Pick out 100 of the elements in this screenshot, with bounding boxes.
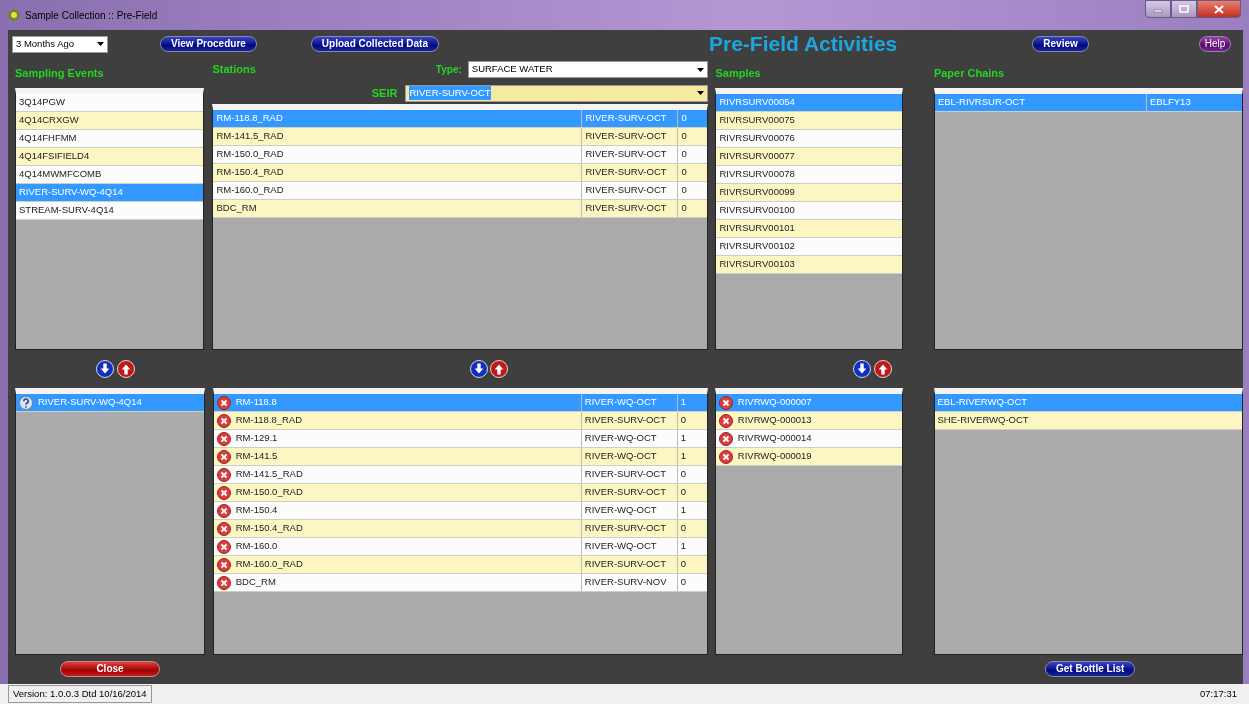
- help-button[interactable]: Help: [1198, 36, 1232, 52]
- sample-item[interactable]: RIVRSURV00103: [716, 256, 902, 274]
- seir-cell: RIVER-SURV-OCT: [580, 556, 677, 573]
- count-cell: 0: [677, 146, 708, 163]
- remove-icon[interactable]: [718, 413, 733, 428]
- station-row[interactable]: RM-141.5_RAD RIVER-SURV-OCT 0: [213, 466, 707, 484]
- item-text: RIVRWQ-000019: [736, 449, 813, 464]
- remove-icon[interactable]: [216, 485, 231, 500]
- section-heading: Sampling Events: [15, 65, 104, 81]
- item-text: RIVER-SURV-WQ-4Q14: [37, 395, 143, 410]
- close-button[interactable]: [1197, 0, 1241, 18]
- period-dropdown[interactable]: 3 Months Ago: [12, 35, 108, 53]
- remove-icon[interactable]: [216, 557, 231, 572]
- station-cell-text: RM-150.4_RAD: [234, 521, 304, 536]
- station-cell-text: RM-160.0_RAD: [215, 183, 285, 198]
- sample-item[interactable]: RIVRWQ-000019: [715, 448, 902, 466]
- sample-item[interactable]: RIVRSURV00076: [716, 130, 902, 148]
- sample-item[interactable]: RIVRWQ-000014: [715, 430, 902, 448]
- maximize-button[interactable]: [1171, 0, 1197, 18]
- seir-cell: RIVER-WQ-OCT: [580, 502, 677, 519]
- station-row[interactable]: RM-141.5_RAD RIVER-SURV-OCT 0: [213, 128, 708, 146]
- move-up-button[interactable]: [116, 360, 135, 378]
- move-down-button[interactable]: [853, 360, 871, 378]
- get-bottle-list-button[interactable]: Get Bottle List: [1045, 660, 1136, 677]
- station-row[interactable]: RM-150.4_RAD RIVER-SURV-OCT 0: [213, 164, 708, 182]
- remove-icon[interactable]: [718, 449, 733, 464]
- station-row[interactable]: RM-150.4 RIVER-WQ-OCT 1: [213, 502, 707, 520]
- seir-cell: RIVER-SURV-OCT: [581, 182, 678, 199]
- move-up-button[interactable]: [490, 360, 508, 378]
- remove-icon[interactable]: [216, 413, 231, 428]
- close-window-button[interactable]: Close: [60, 660, 160, 677]
- sample-item[interactable]: RIVRSURV00075: [716, 112, 902, 130]
- station-row[interactable]: RM-129.1 RIVER-WQ-OCT 1: [213, 430, 707, 448]
- event-item[interactable]: 4Q14FSIFIELD4: [16, 148, 204, 166]
- move-down-button[interactable]: [469, 360, 488, 378]
- help-icon[interactable]: [19, 395, 33, 410]
- type-dropdown[interactable]: SURFACE WATER: [467, 61, 709, 78]
- remove-icon[interactable]: [216, 521, 231, 536]
- sample-item[interactable]: RIVRSURV00101: [716, 220, 902, 238]
- sample-item[interactable]: RIVRSURV00078: [716, 166, 902, 184]
- sample-item[interactable]: RIVRSURV00077: [716, 148, 902, 166]
- remove-icon[interactable]: [216, 539, 231, 554]
- count-cell: 0: [677, 128, 708, 145]
- maximize-icon: [1179, 5, 1189, 13]
- station-cell-text: RM-160.0_RAD: [234, 557, 304, 572]
- event-item[interactable]: 3Q14PGW: [16, 94, 204, 112]
- remove-icon[interactable]: [718, 395, 733, 410]
- minimize-button[interactable]: [1145, 0, 1171, 18]
- seir-cell: RIVER-SURV-OCT: [581, 128, 678, 145]
- event-item[interactable]: 4Q14CRXGW: [16, 112, 204, 130]
- seir-cell: RIVER-WQ-OCT: [580, 538, 677, 555]
- move-down-button[interactable]: [96, 360, 114, 378]
- station-row[interactable]: RM-160.0 RIVER-WQ-OCT 1: [213, 538, 707, 556]
- chain-item[interactable]: SHE-RIVERWQ-OCT: [934, 412, 1242, 430]
- seir-cell: RIVER-WQ-OCT: [580, 430, 677, 447]
- event-item[interactable]: STREAM-SURV-4Q14: [16, 202, 204, 220]
- station-row[interactable]: RM-160.0_RAD RIVER-SURV-OCT 0: [213, 182, 708, 200]
- move-up-button[interactable]: [873, 360, 892, 378]
- sample-item[interactable]: RIVRSURV00102: [716, 238, 902, 256]
- remove-icon[interactable]: [216, 395, 231, 410]
- view-procedure-button[interactable]: View Procedure: [160, 36, 257, 52]
- station-cell-text: RM-150.4: [234, 503, 279, 518]
- sample-item[interactable]: RIVRSURV00099: [716, 184, 902, 202]
- sample-item[interactable]: RIVRWQ-000013: [715, 412, 902, 430]
- station-cell-text: RM-129.1: [234, 431, 279, 446]
- station-row[interactable]: BDC_RM RIVER-SURV-NOV 0: [213, 574, 707, 592]
- remove-icon[interactable]: [216, 503, 231, 518]
- type-label: Type:: [435, 63, 462, 77]
- station-row[interactable]: RM-118.8_RAD RIVER-SURV-OCT 0: [213, 412, 707, 430]
- station-row[interactable]: RM-150.0_RAD RIVER-SURV-OCT 0: [213, 146, 708, 164]
- station-cell-text: RM-118.8: [234, 395, 278, 410]
- event-item[interactable]: 4Q14FHFMM: [16, 130, 204, 148]
- item-text: RIVRWQ-000007: [736, 395, 813, 410]
- count-cell: 0: [677, 182, 708, 199]
- station-row[interactable]: RM-150.0_RAD RIVER-SURV-OCT 0: [213, 484, 707, 502]
- seir-cell: RIVER-WQ-OCT: [580, 448, 677, 465]
- station-row[interactable]: BDC_RM RIVER-SURV-OCT 0: [213, 200, 708, 218]
- code-cell: EBLFY13: [1146, 94, 1242, 111]
- seir-label: SEIR: [371, 85, 398, 101]
- section-heading: Stations: [212, 62, 256, 78]
- seir-cell: RIVER-SURV-OCT: [581, 164, 678, 181]
- sample-item[interactable]: RIVRSURV00100: [716, 202, 902, 220]
- review-button[interactable]: Review: [1032, 36, 1089, 52]
- station-row[interactable]: RM-150.4_RAD RIVER-SURV-OCT 0: [213, 520, 707, 538]
- station-cell-text: RM-118.8_RAD: [215, 111, 284, 126]
- section-heading: Samples: [715, 65, 761, 81]
- station-row[interactable]: RM-141.5 RIVER-WQ-OCT 1: [213, 448, 707, 466]
- event-item[interactable]: 4Q14MWMFCOMB: [16, 166, 204, 184]
- remove-icon[interactable]: [216, 449, 231, 464]
- remove-icon[interactable]: [216, 467, 231, 482]
- station-row[interactable]: RM-160.0_RAD RIVER-SURV-OCT 0: [213, 556, 707, 574]
- remove-icon[interactable]: [718, 431, 733, 446]
- count-cell: 0: [677, 164, 708, 181]
- station-cell-text: RM-141.5_RAD: [234, 467, 304, 482]
- remove-icon[interactable]: [216, 575, 231, 590]
- count-cell: 1: [676, 448, 707, 465]
- remove-icon[interactable]: [216, 431, 231, 446]
- upload-button[interactable]: Upload Collected Data: [310, 36, 439, 52]
- item-text: RIVRWQ-000013: [736, 413, 813, 428]
- seir-cell: RIVER-WQ-OCT: [580, 394, 677, 411]
